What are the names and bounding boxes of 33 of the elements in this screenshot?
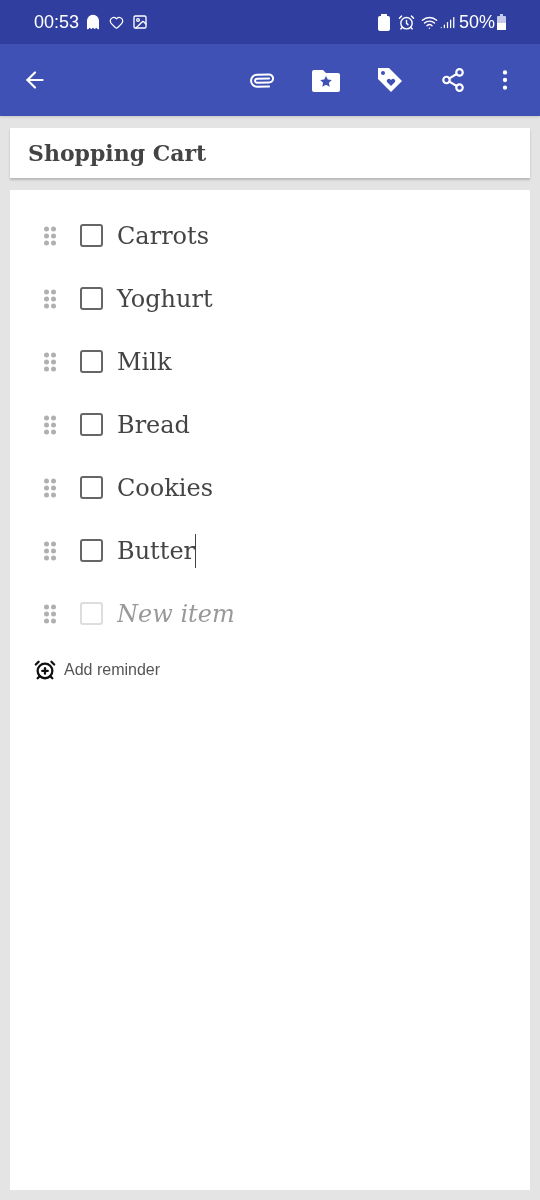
checkbox[interactable] xyxy=(80,287,103,310)
item-text[interactable]: Milk xyxy=(117,343,172,380)
drag-handle-icon[interactable] xyxy=(44,603,56,624)
checkbox[interactable] xyxy=(80,539,103,562)
heart-icon xyxy=(109,14,125,30)
share-icon[interactable] xyxy=(440,67,466,93)
checkbox[interactable] xyxy=(80,476,103,499)
item-text[interactable]: Cookies xyxy=(117,469,213,506)
checkbox[interactable] xyxy=(80,350,103,373)
add-reminder-link[interactable]: Add reminder xyxy=(64,658,161,682)
drag-handle-icon[interactable] xyxy=(44,414,56,435)
checkbox[interactable] xyxy=(80,224,103,247)
drag-handle-icon[interactable] xyxy=(44,225,56,246)
alarm-add-icon[interactable] xyxy=(34,659,56,681)
starred-folder-icon[interactable] xyxy=(312,68,340,92)
drag-handle-icon[interactable] xyxy=(44,477,56,498)
drag-handle-icon[interactable] xyxy=(44,288,56,309)
drag-handle-icon[interactable] xyxy=(44,351,56,372)
battery-icon xyxy=(497,14,506,30)
drag-handle-icon[interactable] xyxy=(44,540,56,561)
tag-heart-icon[interactable] xyxy=(376,66,404,94)
alarm-icon xyxy=(397,13,415,31)
signal-icon xyxy=(439,14,455,30)
status-time: 00:53 xyxy=(34,10,80,34)
item-text[interactable]: Bread xyxy=(117,406,190,443)
item-text[interactable]: Yoghurt xyxy=(117,280,213,317)
ghost-icon xyxy=(85,14,102,30)
item-text[interactable]: Butter xyxy=(117,532,196,569)
battery-percent: 50% xyxy=(458,10,495,34)
checkbox[interactable] xyxy=(80,413,103,436)
image-icon xyxy=(132,14,149,30)
battery-saver-icon xyxy=(377,13,390,31)
item-text[interactable]: Carrots xyxy=(117,217,210,254)
